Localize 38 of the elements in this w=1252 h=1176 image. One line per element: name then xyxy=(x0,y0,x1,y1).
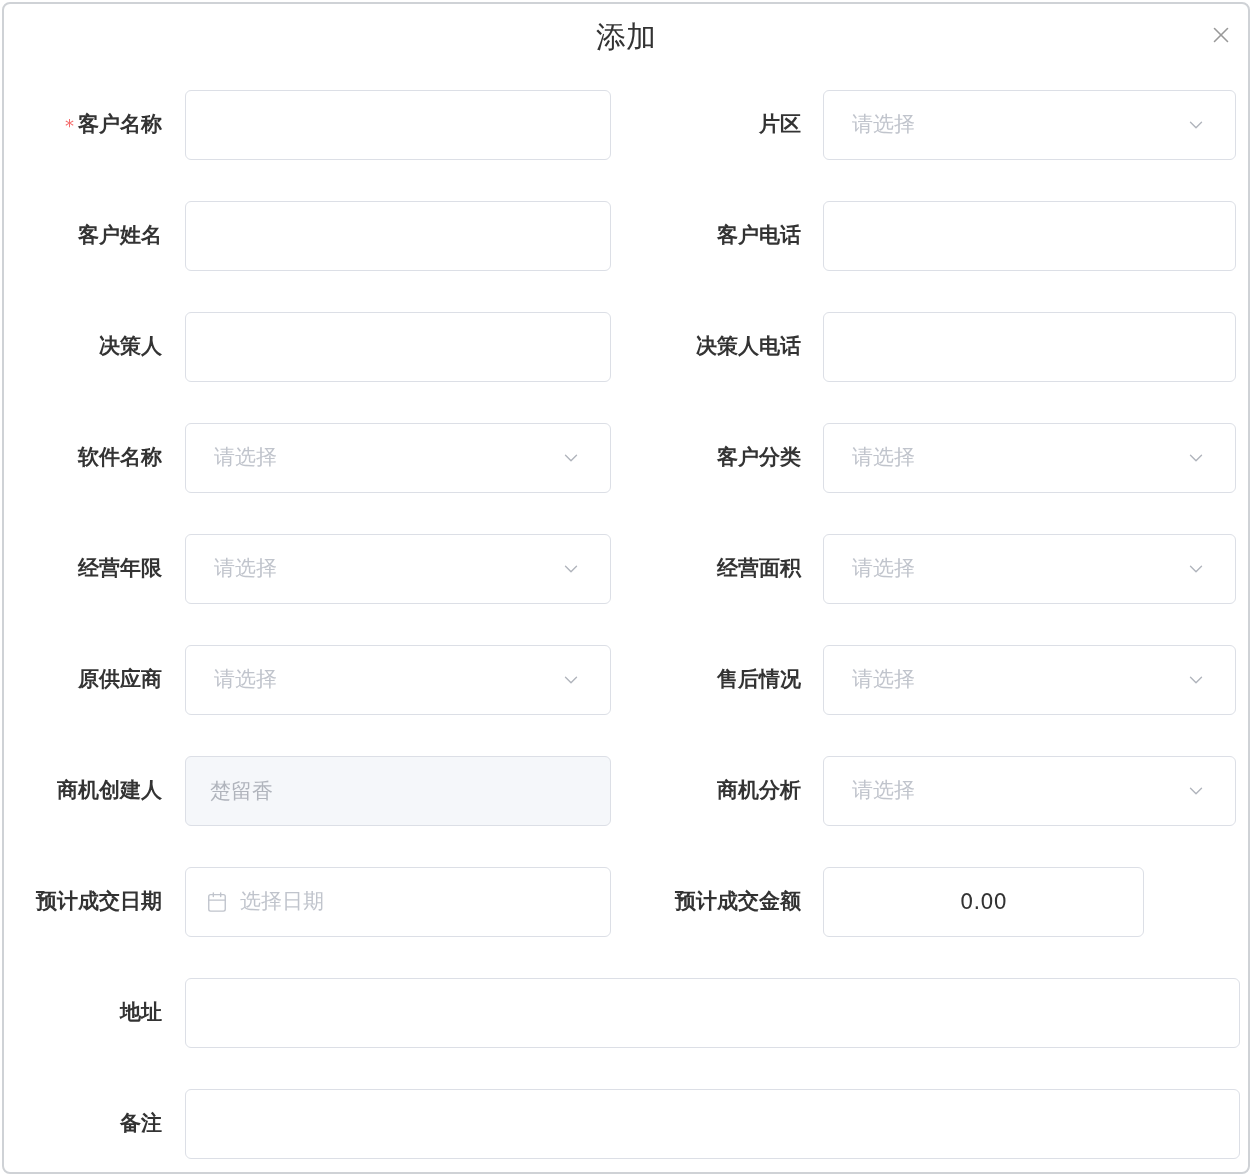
field-label: 商机分析 xyxy=(717,777,801,805)
field-label: 客户名称 xyxy=(78,111,162,139)
select-field[interactable]: 请选择 xyxy=(823,645,1236,715)
field-label: 商机创建人 xyxy=(57,777,162,805)
select-field[interactable]: 请选择 xyxy=(823,756,1236,826)
select-field[interactable]: 请选择 xyxy=(185,423,611,493)
field-label: 软件名称 xyxy=(78,444,162,472)
text-field[interactable] xyxy=(823,312,1236,382)
text-field[interactable] xyxy=(823,201,1236,271)
select-field[interactable]: 请选择 xyxy=(823,90,1236,160)
field-label: 预计成交金额 xyxy=(675,888,801,916)
field-label: 经营年限 xyxy=(78,555,162,583)
field-label: 片区 xyxy=(759,111,801,139)
calendar-icon xyxy=(206,891,228,913)
text-field[interactable] xyxy=(185,90,611,160)
field-label: 预计成交日期 xyxy=(36,888,162,916)
select-field[interactable]: 请选择 xyxy=(823,534,1236,604)
date-field[interactable]: 选择日期 xyxy=(185,867,611,937)
text-field[interactable] xyxy=(185,312,611,382)
field-label: 决策人电话 xyxy=(696,333,801,361)
text-field[interactable] xyxy=(185,1089,1240,1159)
field-label: 地址 xyxy=(120,999,162,1027)
number-field[interactable]: 0.00 xyxy=(823,867,1144,937)
required-mark: * xyxy=(65,113,74,138)
select-field[interactable]: 请选择 xyxy=(823,423,1236,493)
text-field[interactable] xyxy=(185,201,611,271)
field-label: 客户姓名 xyxy=(78,222,162,250)
field-label: 经营面积 xyxy=(717,555,801,583)
text-field[interactable] xyxy=(185,978,1240,1048)
field-label: 决策人 xyxy=(99,333,162,361)
field-label: 原供应商 xyxy=(78,666,162,694)
dialog-title: 添加 xyxy=(596,18,656,56)
select-field[interactable]: 请选择 xyxy=(185,534,611,604)
select-field[interactable]: 请选择 xyxy=(185,645,611,715)
field-label: 备注 xyxy=(120,1110,162,1138)
field-label: 客户电话 xyxy=(717,222,801,250)
field-label: 售后情况 xyxy=(717,666,801,694)
field-label: 客户分类 xyxy=(717,444,801,472)
